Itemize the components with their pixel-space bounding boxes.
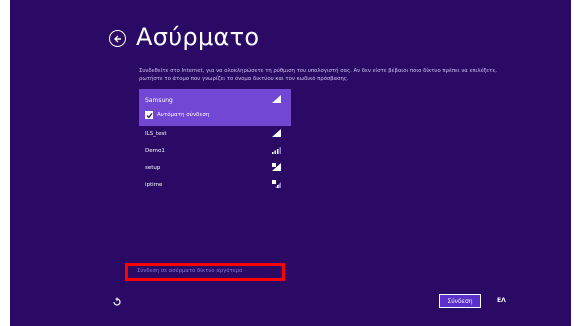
network-name: iptime	[145, 182, 163, 188]
page-description: Συνδεθείτε στο Internet, για να ολοκληρώ…	[139, 68, 497, 82]
network-item[interactable]: setup	[139, 160, 291, 177]
network-name: Samsung	[145, 97, 173, 104]
network-item-selected[interactable]: Samsung Αυτόματη σύνδεση	[139, 89, 291, 126]
connect-button[interactable]: Σύνδεση	[439, 294, 481, 308]
network-item[interactable]: ILS_test	[139, 126, 291, 143]
connect-later-link[interactable]: Σύνδεση σε ασύρματο δίκτυο αργότερα	[137, 268, 243, 274]
back-button[interactable]	[109, 30, 126, 47]
network-name: setup	[145, 165, 161, 171]
network-list: Samsung Αυτόματη σύνδεση ILS_test Demo1	[139, 89, 291, 194]
wifi-signal-strong-icon	[272, 95, 281, 103]
auto-connect-label: Αυτόματη σύνδεση	[157, 112, 210, 118]
page-title: Ασύρματο	[136, 23, 260, 51]
wifi-signal-strong-icon	[272, 129, 281, 137]
auto-connect-checkbox[interactable]	[145, 111, 153, 119]
wifi-signal-secured-icon	[272, 180, 281, 188]
wifi-signal-secured-icon	[272, 163, 281, 171]
network-item[interactable]: Demo1	[139, 143, 291, 160]
setup-screen: Ασύρματο Συνδεθείτε στο Internet, για να…	[10, 0, 571, 326]
network-name: Demo1	[145, 148, 165, 154]
back-arrow-icon	[113, 35, 121, 42]
checkmark-icon	[146, 112, 153, 118]
wifi-signal-medium-icon	[272, 147, 281, 154]
language-indicator[interactable]: ΕΛ	[497, 297, 506, 304]
network-item[interactable]: iptime	[139, 177, 291, 194]
auto-connect-row: Αυτόματη σύνδεση	[145, 111, 209, 119]
network-name: ILS_test	[145, 131, 167, 137]
ease-of-access-icon[interactable]	[112, 297, 122, 307]
